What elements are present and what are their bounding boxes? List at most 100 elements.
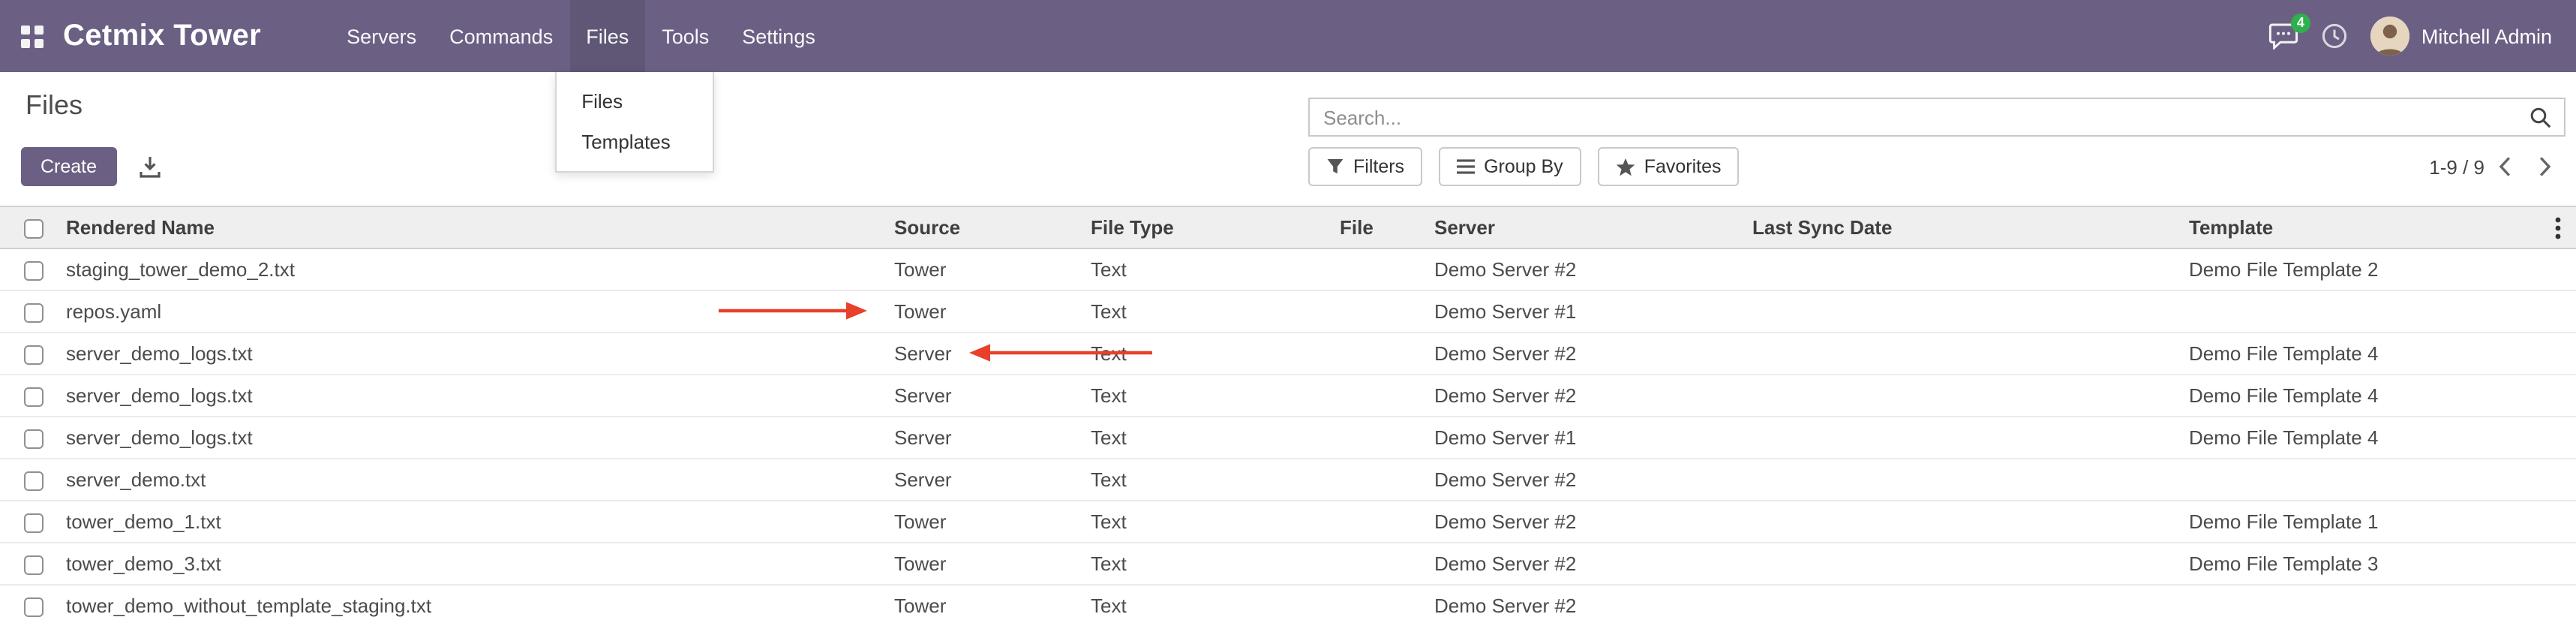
cell-rendered-name[interactable]: server_demo_logs.txt <box>66 417 894 459</box>
cell-rendered-name[interactable]: server_demo_logs.txt <box>66 375 894 417</box>
menu-files[interactable]: Files Files Templates <box>569 0 645 72</box>
cell-file[interactable] <box>1340 248 1434 290</box>
column-header-file[interactable]: File <box>1340 206 1434 248</box>
cell-last-sync-date[interactable] <box>1752 333 2189 375</box>
cell-server[interactable]: Demo Server #2 <box>1434 501 1752 543</box>
cell-last-sync-date[interactable] <box>1752 501 2189 543</box>
cell-file-type[interactable]: Text <box>1091 501 1340 543</box>
cell-server[interactable]: Demo Server #2 <box>1434 333 1752 375</box>
cell-file[interactable] <box>1340 459 1434 501</box>
cell-rendered-name[interactable]: staging_tower_demo_2.txt <box>66 248 894 290</box>
table-row[interactable]: tower_demo_without_template_staging.txt … <box>0 585 2576 626</box>
select-all-checkbox[interactable] <box>24 219 44 239</box>
row-checkbox[interactable] <box>24 429 44 449</box>
cell-server[interactable]: Demo Server #1 <box>1434 417 1752 459</box>
cell-template[interactable]: Demo File Template 4 <box>2189 417 2576 459</box>
search-icon[interactable] <box>2517 106 2564 128</box>
cell-rendered-name[interactable]: server_demo_logs.txt <box>66 333 894 375</box>
row-checkbox[interactable] <box>24 303 44 323</box>
cell-template[interactable]: Demo File Template 4 <box>2189 333 2576 375</box>
table-row[interactable]: tower_demo_3.txt Tower Text Demo Server … <box>0 543 2576 585</box>
cell-server[interactable]: Demo Server #2 <box>1434 543 1752 585</box>
row-checkbox[interactable] <box>24 513 44 533</box>
cell-file-type[interactable]: Text <box>1091 248 1340 290</box>
apps-menu-button[interactable] <box>0 0 63 72</box>
cell-last-sync-date[interactable] <box>1752 375 2189 417</box>
cell-source[interactable]: Tower <box>894 248 1091 290</box>
cell-template[interactable]: Demo File Template 3 <box>2189 543 2576 585</box>
column-header-last-sync-date[interactable]: Last Sync Date <box>1752 206 2189 248</box>
cell-source[interactable]: Tower <box>894 585 1091 626</box>
cell-last-sync-date[interactable] <box>1752 585 2189 626</box>
cell-template[interactable]: Demo File Template 4 <box>2189 375 2576 417</box>
export-button[interactable] <box>134 152 164 182</box>
app-brand[interactable]: Cetmix Tower <box>63 19 261 53</box>
menu-servers[interactable]: Servers <box>330 0 433 72</box>
cell-file[interactable] <box>1340 501 1434 543</box>
cell-rendered-name[interactable]: server_demo.txt <box>66 459 894 501</box>
row-checkbox[interactable] <box>24 555 44 575</box>
menu-tools[interactable]: Tools <box>645 0 725 72</box>
row-checkbox[interactable] <box>24 345 44 365</box>
cell-server[interactable]: Demo Server #2 <box>1434 585 1752 626</box>
cell-template[interactable]: Demo File Template 1 <box>2189 501 2576 543</box>
row-checkbox[interactable] <box>24 387 44 407</box>
cell-file-type[interactable]: Text <box>1091 333 1340 375</box>
cell-file-type[interactable]: Text <box>1091 459 1340 501</box>
cell-template[interactable]: Demo File Template 2 <box>2189 248 2576 290</box>
cell-source[interactable]: Tower <box>894 501 1091 543</box>
user-menu[interactable]: Mitchell Admin <box>2370 17 2552 56</box>
pager-next-button[interactable] <box>2525 153 2565 180</box>
cell-file-type[interactable]: Text <box>1091 290 1340 333</box>
cell-file[interactable] <box>1340 333 1434 375</box>
cell-file-type[interactable]: Text <box>1091 585 1340 626</box>
table-row[interactable]: server_demo_logs.txt Server Text Demo Se… <box>0 417 2576 459</box>
row-checkbox[interactable] <box>24 261 44 281</box>
cell-rendered-name[interactable]: repos.yaml <box>66 290 894 333</box>
column-header-template[interactable]: Template <box>2189 206 2576 248</box>
cell-rendered-name[interactable]: tower_demo_3.txt <box>66 543 894 585</box>
table-row[interactable]: repos.yaml Tower Text Demo Server #1 <box>0 290 2576 333</box>
cell-source[interactable]: Server <box>894 459 1091 501</box>
column-header-server[interactable]: Server <box>1434 206 1752 248</box>
cell-source[interactable]: Server <box>894 333 1091 375</box>
search-input[interactable] <box>1310 106 2517 128</box>
cell-file-type[interactable]: Text <box>1091 375 1340 417</box>
column-header-source[interactable]: Source <box>894 206 1091 248</box>
cell-source[interactable]: Tower <box>894 543 1091 585</box>
cell-server[interactable]: Demo Server #2 <box>1434 375 1752 417</box>
filters-button[interactable]: Filters <box>1308 147 1422 186</box>
table-row[interactable]: tower_demo_1.txt Tower Text Demo Server … <box>0 501 2576 543</box>
cell-last-sync-date[interactable] <box>1752 290 2189 333</box>
column-options-button[interactable] <box>2546 213 2570 242</box>
cell-last-sync-date[interactable] <box>1752 417 2189 459</box>
table-row[interactable]: server_demo.txt Server Text Demo Server … <box>0 459 2576 501</box>
favorites-button[interactable]: Favorites <box>1598 147 1740 186</box>
cell-file[interactable] <box>1340 585 1434 626</box>
cell-last-sync-date[interactable] <box>1752 543 2189 585</box>
cell-server[interactable]: Demo Server #2 <box>1434 248 1752 290</box>
cell-template[interactable] <box>2189 290 2576 333</box>
cell-rendered-name[interactable]: tower_demo_without_template_staging.txt <box>66 585 894 626</box>
cell-last-sync-date[interactable] <box>1752 459 2189 501</box>
cell-source[interactable]: Server <box>894 375 1091 417</box>
dropdown-item-templates[interactable]: Templates <box>556 122 712 162</box>
row-checkbox[interactable] <box>24 597 44 617</box>
column-header-rendered-name[interactable]: Rendered Name <box>66 206 894 248</box>
cell-source[interactable]: Server <box>894 417 1091 459</box>
cell-rendered-name[interactable]: tower_demo_1.txt <box>66 501 894 543</box>
table-row[interactable]: server_demo_logs.txt Server Text Demo Se… <box>0 333 2576 375</box>
menu-commands[interactable]: Commands <box>433 0 569 72</box>
cell-file-type[interactable]: Text <box>1091 543 1340 585</box>
pager-previous-button[interactable] <box>2484 153 2525 180</box>
activities-icon-button[interactable] <box>2321 23 2348 50</box>
messages-icon-button[interactable]: 4 <box>2268 23 2298 50</box>
cell-file[interactable] <box>1340 543 1434 585</box>
group-by-button[interactable]: Group By <box>1439 147 1581 186</box>
cell-file[interactable] <box>1340 417 1434 459</box>
cell-file[interactable] <box>1340 290 1434 333</box>
row-checkbox[interactable] <box>24 471 44 491</box>
cell-file[interactable] <box>1340 375 1434 417</box>
table-row[interactable]: server_demo_logs.txt Server Text Demo Se… <box>0 375 2576 417</box>
pager-value[interactable]: 1-9 / 9 <box>2429 155 2484 178</box>
